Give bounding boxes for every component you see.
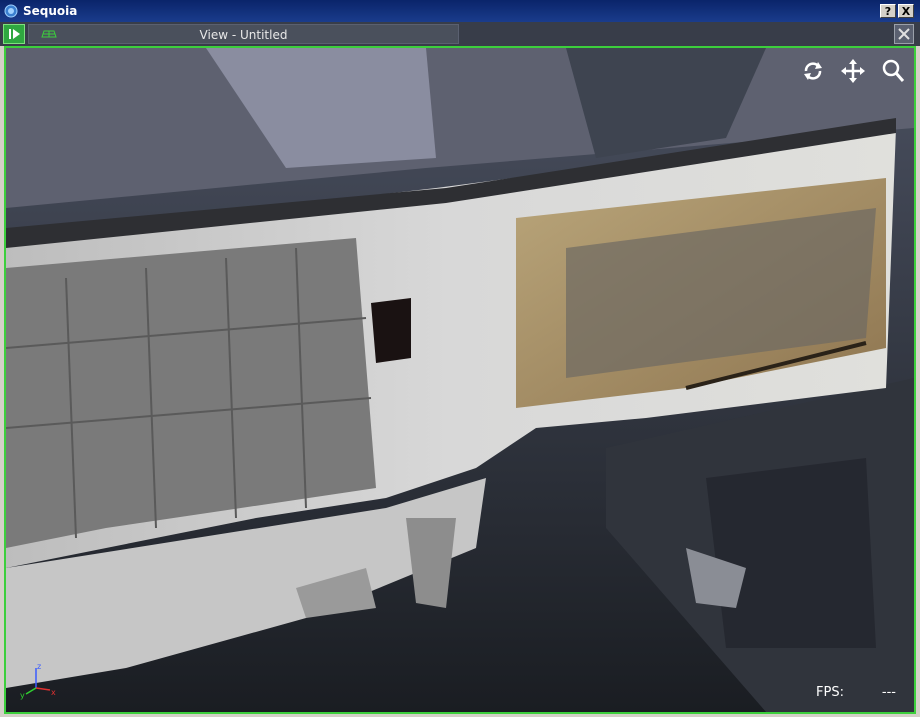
axis-y-label: y	[20, 691, 25, 700]
fps-value: ---	[881, 685, 896, 700]
help-button[interactable]: ?	[880, 4, 896, 18]
app-title: Sequoia	[23, 4, 78, 18]
rotate-icon[interactable]	[800, 58, 826, 84]
title-bar: Sequoia ? X	[0, 0, 920, 22]
play-icon	[9, 29, 20, 39]
fps-label: FPS:	[816, 685, 844, 700]
point-cloud-scene	[6, 48, 914, 712]
tab-label: View - Untitled	[199, 28, 288, 42]
close-icon	[898, 28, 910, 40]
play-button[interactable]	[3, 24, 25, 44]
tab-view-untitled[interactable]: View - Untitled	[28, 24, 459, 44]
zoom-icon[interactable]	[880, 58, 906, 84]
view-tab-bar: View - Untitled	[0, 22, 920, 46]
axis-x-label: x	[51, 688, 56, 697]
axis-z-label: z	[37, 662, 41, 671]
window-close-button[interactable]: X	[898, 4, 914, 18]
pan-icon[interactable]	[840, 58, 866, 84]
axis-gizmo: z x y	[20, 662, 56, 700]
3d-viewport[interactable]: z x y FPS: ---	[4, 46, 916, 714]
close-view-button[interactable]	[894, 24, 914, 44]
sequoia-app-icon	[4, 4, 18, 18]
